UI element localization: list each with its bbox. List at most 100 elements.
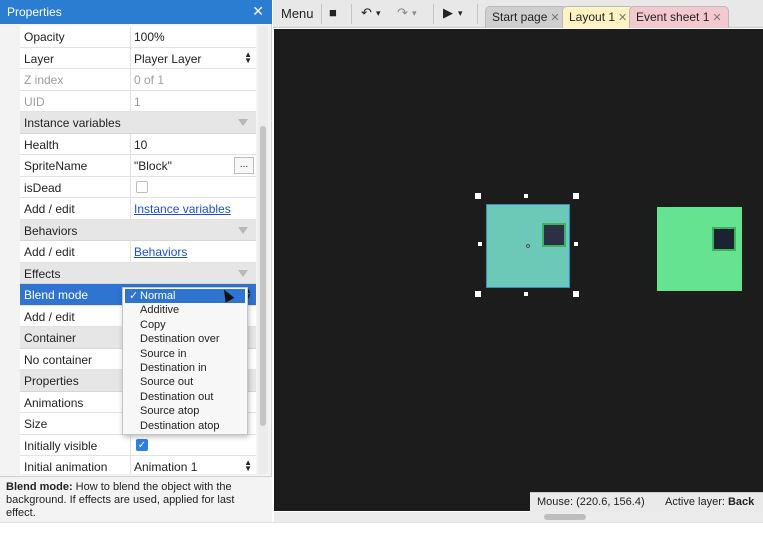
close-icon[interactable]: ✕ xyxy=(252,3,264,20)
row-add-edit-instance-variables[interactable]: Add / edit Instance variables xyxy=(20,198,256,220)
section-effects[interactable]: Effects xyxy=(20,262,256,284)
help-title: Blend mode: xyxy=(6,481,73,493)
row-layer[interactable]: Layer Player Layer ▲ ▼ xyxy=(20,47,256,69)
bottom-bar xyxy=(0,522,763,541)
collapse-triangle-icon[interactable] xyxy=(238,119,248,126)
behaviors-cell: Behaviors xyxy=(130,241,256,262)
active-layer-label: Active layer: xyxy=(665,496,725,508)
redo-icon[interactable]: ↷ xyxy=(397,5,408,21)
layer-select[interactable]: Player Layer ▲ ▼ xyxy=(130,47,256,68)
zindex-field: 0 of 1 xyxy=(130,69,256,90)
toolbar: Menu ■ ↶ ▾ ↷ ▾ ▶ ▾ Start page ✕ Layout 1 ✕… xyxy=(273,0,763,28)
row-label: Initially visible xyxy=(24,438,98,453)
status-bar: Mouse: (220.6, 156.4) Active layer: Back xyxy=(530,492,763,512)
scrollbar-thumb[interactable] xyxy=(260,126,266,426)
section-instance-variables[interactable]: Instance variables xyxy=(20,112,256,134)
layout-view[interactable] xyxy=(274,29,763,511)
instance-variables-link[interactable]: Instance variables xyxy=(134,202,231,216)
select-stepper-icon: ▲ ▼ xyxy=(244,50,252,64)
chevron-down-icon[interactable]: ▾ xyxy=(412,5,417,21)
row-health[interactable]: Health 10 xyxy=(20,133,256,155)
dropdown-option[interactable]: Source atop xyxy=(123,404,247,418)
dropdown-option[interactable]: Source out xyxy=(123,375,247,389)
section-behaviors[interactable]: Behaviors xyxy=(20,219,256,241)
ellipsis-button[interactable]: ... xyxy=(234,157,254,174)
resize-handle[interactable] xyxy=(524,194,528,198)
row-opacity[interactable]: Opacity 100% xyxy=(20,26,256,48)
spritename-value: "Block" xyxy=(134,159,172,173)
tab-label: Layout 1 xyxy=(569,10,616,24)
collapse-triangle-icon[interactable] xyxy=(238,226,248,234)
row-spritename[interactable]: SpriteName "Block" ... xyxy=(20,155,256,177)
row-label: No container xyxy=(24,352,93,367)
behaviors-link[interactable]: Behaviors xyxy=(134,245,187,259)
initially-visible-cell: ✓ xyxy=(130,434,256,455)
sprite-inner-square xyxy=(712,227,736,251)
row-zindex: Z index 0 of 1 xyxy=(20,69,256,91)
dropdown-option[interactable]: Copy xyxy=(123,318,247,332)
menu-button[interactable]: Menu xyxy=(277,4,318,24)
initial-animation-select[interactable]: Animation 1 ▲ ▼ xyxy=(130,456,256,474)
app-window: Properties ✕ Opacity 100% Layer Player L… xyxy=(0,0,763,541)
close-icon[interactable]: ✕ xyxy=(550,12,559,24)
row-label: SpriteName xyxy=(24,159,88,173)
tab-label: Start page xyxy=(492,10,548,24)
chevron-down-icon[interactable]: ▾ xyxy=(376,5,381,21)
mouse-position: Mouse: (220.6, 156.4) xyxy=(537,496,645,508)
layout-horizontal-scrollbar[interactable] xyxy=(274,512,763,522)
isdead-field xyxy=(130,176,256,197)
close-icon[interactable]: ✕ xyxy=(618,12,627,24)
chevron-down-icon[interactable]: ▾ xyxy=(458,5,463,21)
health-field[interactable]: 10 xyxy=(130,133,256,154)
down-arrow-icon: ▼ xyxy=(244,464,252,473)
dropdown-option[interactable]: Destination in xyxy=(123,361,247,375)
initially-visible-checkbox[interactable]: ✓ xyxy=(136,438,148,451)
tab-event-sheet-1[interactable]: Event sheet 1 ✕ xyxy=(629,6,729,28)
play-icon[interactable]: ▶ xyxy=(443,5,453,21)
dropdown-option[interactable]: Source in xyxy=(123,347,247,361)
collapse-triangle-icon[interactable] xyxy=(238,269,248,277)
resize-handle[interactable] xyxy=(478,242,482,246)
player-sprite[interactable] xyxy=(486,204,570,288)
resize-handle[interactable] xyxy=(573,193,579,199)
dropdown-option[interactable]: Destination out xyxy=(123,390,247,404)
row-label: Size xyxy=(24,417,48,431)
dropdown-option[interactable]: Additive xyxy=(123,303,247,317)
dropdown-option[interactable]: Destination atop xyxy=(123,419,247,433)
section-label: Container xyxy=(24,331,77,345)
scrollbar-thumb[interactable] xyxy=(544,514,586,520)
properties-header: Properties ✕ xyxy=(0,0,272,24)
resize-handle[interactable] xyxy=(475,193,481,199)
tab-layout-1[interactable]: Layout 1 ✕ xyxy=(562,6,635,28)
block-sprite[interactable] xyxy=(657,207,742,291)
tab-start-page[interactable]: Start page ✕ xyxy=(485,6,567,28)
close-icon[interactable]: ✕ xyxy=(712,12,721,24)
section-label: Behaviors xyxy=(24,223,78,238)
properties-scrollbar[interactable] xyxy=(258,26,268,474)
help-text: Blend mode: How to blend the object with… xyxy=(0,476,272,522)
resize-handle[interactable] xyxy=(475,291,481,297)
row-isdead[interactable]: isDead xyxy=(20,176,256,198)
row-uid: UID 1 xyxy=(20,90,256,112)
isdead-checkbox[interactable] xyxy=(136,180,148,193)
dropdown-option[interactable]: Destination over xyxy=(123,332,247,346)
opacity-value: 100% xyxy=(134,30,165,44)
row-initially-visible[interactable]: Initially visible ✓ xyxy=(20,434,256,456)
row-label: Add / edit xyxy=(24,245,75,259)
row-add-edit-behaviors[interactable]: Add / edit Behaviors xyxy=(20,241,256,263)
resize-handle[interactable] xyxy=(573,291,579,297)
resize-handle[interactable] xyxy=(574,242,578,246)
row-label: UID xyxy=(24,94,45,109)
opacity-field[interactable]: 100% xyxy=(130,26,256,47)
spritename-field[interactable]: "Block" ... xyxy=(130,155,256,176)
save-icon[interactable]: ■ xyxy=(329,5,337,21)
active-layer-value: Back xyxy=(727,496,755,508)
resize-handle[interactable] xyxy=(524,292,528,296)
row-label: Blend mode xyxy=(24,288,89,302)
initial-animation-value: Animation 1 xyxy=(134,460,198,474)
zindex-value: 0 of 1 xyxy=(134,73,165,87)
undo-icon[interactable]: ↶ xyxy=(361,5,372,21)
row-label: Add / edit xyxy=(24,202,75,216)
row-initial-animation[interactable]: Initial animation Animation 1 ▲ ▼ xyxy=(20,456,256,474)
health-value: 10 xyxy=(134,137,148,152)
